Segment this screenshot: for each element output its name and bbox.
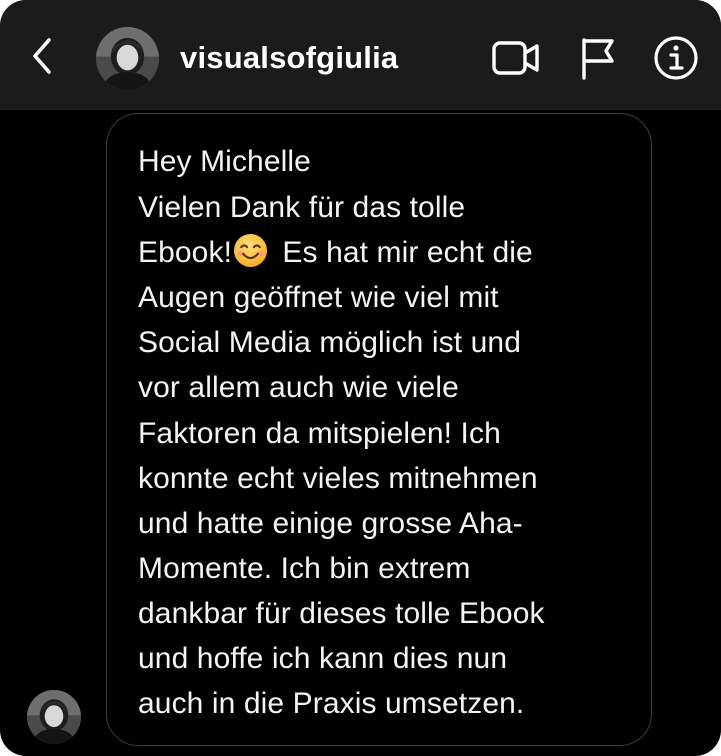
smiling-face-emoji-icon [233,233,268,268]
message-text: Es hat mir echt die [274,236,533,269]
avatar[interactable] [96,27,159,90]
report-button[interactable] [572,34,624,86]
message-line: vor allem auch wie viele [138,371,459,404]
message-bubble[interactable]: Hey Michelle Vielen Dank für das tolle E… [106,113,652,746]
username[interactable]: visualsofgiulia [180,40,398,76]
chevron-left-icon [30,36,54,81]
message-line: auch in die Praxis umsetzen. [138,687,525,720]
message-text: Ebook! [138,236,232,269]
message-line: und hoffe ich kann dies nun [138,642,508,675]
sender-avatar[interactable] [27,690,81,744]
video-call-button[interactable] [490,34,542,86]
message-line: Ebook! Es hat mir echt die [138,233,533,273]
message-line: Social Media möglich ist und [138,326,521,359]
message-thread: Hey Michelle Vielen Dank für das tolle E… [0,110,721,756]
message-line: Hey Michelle [138,145,311,178]
info-icon [652,34,700,87]
flag-icon [578,36,618,85]
chat-window: visualsofgiulia Hey Michelle Vielen Dank… [0,0,721,756]
message-line: dankbar für dieses tolle Ebook [138,597,545,630]
message-line: Vielen Dank für das tolle [138,191,466,224]
info-button[interactable] [650,34,702,86]
video-camera-icon [491,38,541,83]
message-line: konnte echt vieles mitnehmen [138,462,538,495]
message-line: Augen geöffnet wie viel mit [138,281,499,314]
message-line: und hatte einige grosse Aha- [138,507,523,540]
back-button[interactable] [22,36,62,80]
message-line: Momente. Ich bin extrem [138,552,471,585]
chat-header: visualsofgiulia [0,0,721,110]
message-line: Faktoren da mitspielen! Ich [138,417,501,450]
